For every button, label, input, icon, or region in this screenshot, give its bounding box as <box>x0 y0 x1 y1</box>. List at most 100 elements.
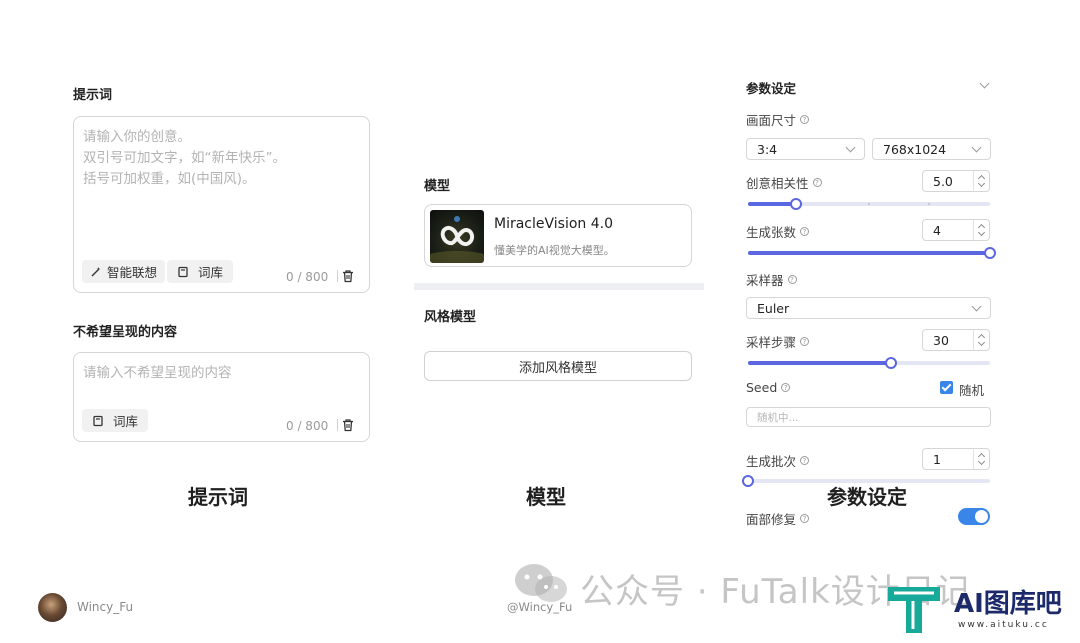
steps-text: 采样步骤 <box>746 335 797 350</box>
miraclevision-logo-icon <box>430 216 484 263</box>
ratio-value: 3:4 <box>757 141 778 157</box>
params-title: 参数设定 <box>746 81 797 96</box>
steps-slider-fill <box>748 361 891 365</box>
canvas-size-text: 画面尺寸 <box>746 113 797 128</box>
batch-slider-handle[interactable] <box>742 475 754 487</box>
count-slider[interactable] <box>748 247 996 259</box>
collapse-chevron-icon[interactable] <box>979 78 990 89</box>
smart-association-button[interactable]: 智能联想 <box>82 260 166 283</box>
help-icon[interactable]: ? <box>800 337 810 346</box>
seed-label: Seed ? <box>746 380 791 395</box>
logo-url: www.aituku.cc <box>958 620 1049 630</box>
seed-text: Seed <box>746 380 778 395</box>
negative-lexicon-button[interactable]: 词库 <box>82 409 149 432</box>
prompt-title: 提示词 <box>73 88 113 103</box>
model-description: 懂美学的AI视觉大模型。 <box>494 244 615 257</box>
count-stepper[interactable]: 4 <box>922 219 990 241</box>
steps-stepper[interactable]: 30 <box>922 329 990 351</box>
help-icon[interactable]: ? <box>800 456 810 465</box>
count-slider-fill <box>748 251 990 255</box>
smart-association-label: 智能联想 <box>107 265 158 280</box>
relevance-text: 创意相关性 <box>746 176 809 191</box>
avatar <box>38 593 67 622</box>
author-handle: @Wincy_Fu <box>507 600 573 614</box>
model-card[interactable]: MiracleVision 4.0 懂美学的AI视觉大模型。 <box>424 204 692 267</box>
book-icon <box>93 415 103 426</box>
negative-placeholder: 请输入不希望呈现的内容 <box>83 365 232 381</box>
ratio-select[interactable]: 3:4 <box>746 138 865 160</box>
book-icon <box>178 266 188 277</box>
help-icon[interactable]: ? <box>800 115 810 124</box>
prompt-placeholder-line-1: 请输入你的创意。 <box>83 129 191 145</box>
negative-char-counter: 0 / 800 <box>286 419 329 433</box>
help-icon[interactable]: ? <box>800 514 810 523</box>
face-fix-toggle[interactable] <box>958 508 990 525</box>
prompt-textarea[interactable]: 请输入你的创意。 双引号可加文字，如“新年快乐”。 括号可加权重，如(中国风)。… <box>73 116 370 293</box>
batch-text: 生成批次 <box>746 454 797 469</box>
negative-lexicon-label: 词库 <box>113 414 139 429</box>
style-model-title: 风格模型 <box>424 310 477 325</box>
logo-text: AI图库吧 <box>954 589 1062 619</box>
model-name: MiracleVision 4.0 <box>494 216 613 232</box>
relevance-stepper[interactable]: 5.0 <box>922 170 990 192</box>
steps-slider-handle[interactable] <box>885 357 897 369</box>
caption-prompt: 提示词 <box>188 485 248 509</box>
prompt-placeholder-line-3: 括号可加权重，如(中国风)。 <box>83 171 256 187</box>
sampler-label: 采样器 ? <box>746 270 797 289</box>
chevron-down-icon <box>971 142 982 152</box>
caption-params: 参数设定 <box>827 485 907 509</box>
caption-model: 模型 <box>526 485 566 509</box>
negative-title: 不希望呈现的内容 <box>73 325 178 340</box>
prompt-lexicon-button[interactable]: 词库 <box>167 260 234 283</box>
stepper-arrows-icon[interactable] <box>973 449 989 469</box>
face-fix-text: 面部修复 <box>746 512 797 527</box>
trash-icon[interactable] <box>341 418 355 432</box>
count-value: 4 <box>933 222 941 238</box>
count-text: 生成张数 <box>746 225 797 240</box>
steps-slider[interactable] <box>748 357 990 369</box>
relevance-slider-fill <box>748 202 796 206</box>
help-icon[interactable]: ? <box>781 383 791 392</box>
steps-value: 30 <box>933 332 949 348</box>
counter-divider <box>337 270 338 282</box>
random-label: 随机 <box>959 383 985 398</box>
relevance-slider[interactable] <box>748 198 990 210</box>
random-checkbox[interactable] <box>940 381 953 394</box>
section-divider <box>414 283 704 290</box>
stepper-arrows-icon[interactable] <box>973 220 989 240</box>
counter-divider <box>337 419 338 431</box>
seed-input[interactable]: 随机中... <box>746 407 991 427</box>
canvas-size-label: 画面尺寸 ? <box>746 110 810 129</box>
trash-icon[interactable] <box>341 269 355 283</box>
sampler-text: 采样器 <box>746 273 784 288</box>
chevron-down-icon <box>971 301 982 311</box>
prompt-placeholder-line-2: 双引号可加文字，如“新年快乐”。 <box>83 150 286 166</box>
sampler-select[interactable]: Euler <box>746 297 991 319</box>
slider-tick <box>868 203 870 205</box>
count-label: 生成张数 ? <box>746 222 810 241</box>
relevance-label: 创意相关性 ? <box>746 173 822 192</box>
magic-wand-icon <box>91 266 101 276</box>
help-icon[interactable]: ? <box>787 275 797 284</box>
sampler-value: Euler <box>757 300 790 316</box>
add-style-model-button[interactable]: 添加风格模型 <box>424 351 692 381</box>
prompt-lexicon-label: 词库 <box>198 265 224 280</box>
negative-textarea[interactable]: 请输入不希望呈现的内容 词库 0 / 800 <box>73 352 370 442</box>
chevron-down-icon <box>845 142 856 152</box>
help-icon[interactable]: ? <box>800 227 810 236</box>
count-slider-handle[interactable] <box>984 247 996 259</box>
steps-label: 采样步骤 ? <box>746 332 810 351</box>
batch-label: 生成批次 ? <box>746 451 810 470</box>
prompt-char-counter: 0 / 800 <box>286 270 329 284</box>
stepper-arrows-icon[interactable] <box>973 171 989 191</box>
slider-tick <box>928 203 930 205</box>
batch-value: 1 <box>933 451 941 467</box>
stepper-arrows-icon[interactable] <box>973 330 989 350</box>
resolution-select[interactable]: 768x1024 <box>872 138 991 160</box>
batch-stepper[interactable]: 1 <box>922 448 990 470</box>
help-icon[interactable]: ? <box>812 178 822 187</box>
author-name: Wincy_Fu <box>77 600 134 614</box>
relevance-slider-handle[interactable] <box>790 198 802 210</box>
model-thumbnail <box>430 210 484 263</box>
model-title: 模型 <box>424 179 451 194</box>
